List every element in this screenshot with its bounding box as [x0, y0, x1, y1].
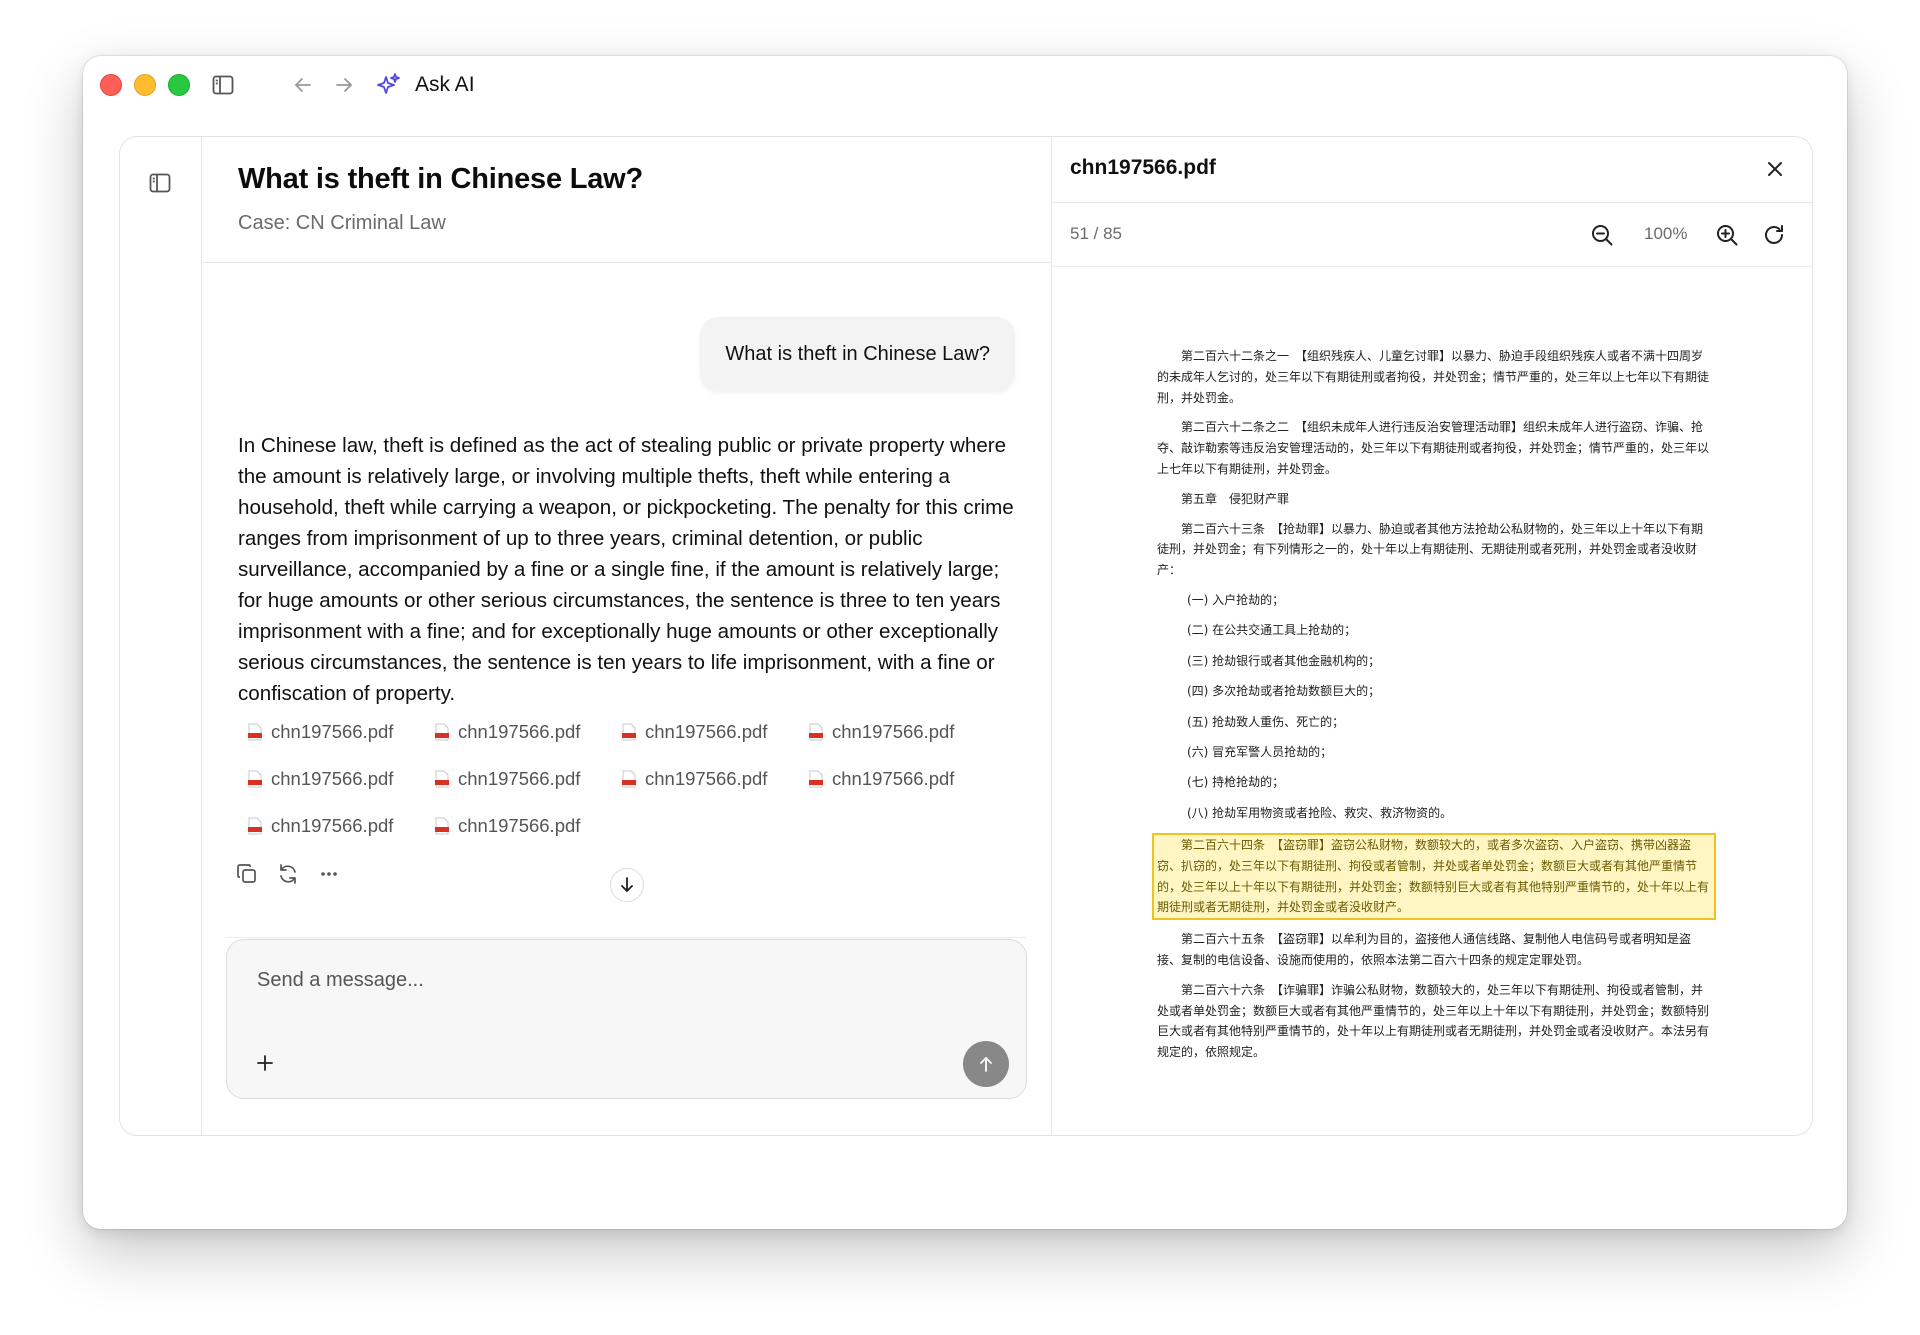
pdf-list-item: (七) 持枪抢劫的； [1187, 775, 1285, 790]
main-panel: What is theft in Chinese Law? Case: CN C… [119, 136, 1813, 1136]
pdf-paragraph: 第二百六十三条 【抢劫罪】以暴力、胁迫或者其他方法抢劫公私财物的，处三年以上十年… [1157, 521, 1704, 578]
minimize-window-button[interactable] [134, 74, 156, 96]
source-link[interactable]: chn197566.pdf [434, 811, 621, 840]
chat-header: What is theft in Chinese Law? Case: CN C… [202, 137, 1051, 263]
title-bar: Ask AI [83, 56, 1847, 114]
scroll-to-bottom-button[interactable] [610, 868, 644, 902]
chat-pane: What is theft in Chinese Law? Case: CN C… [202, 137, 1052, 1135]
close-window-button[interactable] [100, 74, 122, 96]
viewer-toolbar: 51 / 85 100% [1052, 203, 1812, 267]
pdf-file-icon [621, 770, 637, 788]
page-title: What is theft in Chinese Law? [238, 163, 644, 195]
viewer-header: chn197566.pdf [1052, 137, 1812, 203]
source-link[interactable]: chn197566.pdf [808, 764, 995, 793]
rotate-icon[interactable] [1760, 221, 1788, 249]
arrow-left-icon[interactable] [289, 71, 317, 99]
pdf-file-icon [247, 817, 263, 835]
case-subtitle: Case: CN Criminal Law [238, 212, 446, 234]
source-label: chn197566.pdf [645, 767, 768, 789]
source-link[interactable]: chn197566.pdf [247, 811, 434, 840]
source-link[interactable]: chn197566.pdf [808, 717, 995, 746]
arrow-down-icon [618, 876, 636, 894]
pdf-chapter-heading: 第五章 侵犯财产罪 [1181, 491, 1290, 506]
pdf-paragraph: 第二百六十六条 【诈骗罪】诈骗公私财物，数额较大的，处三年以下有期徒刑、拘役或者… [1157, 982, 1710, 1060]
pdf-file-icon [808, 723, 824, 741]
pdf-paragraph: 第二百六十五条 【盗窃罪】以牟利为目的，盗接他人通信线路、复制他人电信码号或者明… [1157, 932, 1692, 968]
send-button[interactable] [963, 1041, 1009, 1087]
pdf-file-icon [808, 770, 824, 788]
pdf-paragraph: 第二百六十二条之二 【组织未成年人进行违反治安管理活动罪】组织未成年人进行盗窃、… [1157, 420, 1710, 476]
pdf-file-icon [434, 723, 450, 741]
zoom-level: 100% [1644, 224, 1688, 243]
plus-icon[interactable] [252, 1050, 278, 1076]
more-icon[interactable] [314, 859, 344, 889]
message-input[interactable] [227, 940, 1026, 1020]
source-link[interactable]: chn197566.pdf [434, 717, 621, 746]
pdf-list-item: (五) 抢劫致人重伤、死亡的； [1187, 714, 1345, 729]
source-label: chn197566.pdf [271, 767, 394, 789]
pdf-file-icon [434, 817, 450, 835]
source-label: chn197566.pdf [832, 767, 955, 789]
pdf-file-icon [434, 770, 450, 788]
source-label: chn197566.pdf [458, 720, 581, 742]
pdf-file-icon [247, 770, 263, 788]
app-window: Ask AI What is theft in Chinese Law? Cas… [83, 56, 1847, 1229]
pdf-filename: chn197566.pdf [1070, 156, 1216, 179]
source-list: chn197566.pdf chn197566.pdf chn197566.pdf c… [247, 717, 1037, 840]
source-label: chn197566.pdf [271, 814, 394, 836]
source-link[interactable]: chn197566.pdf [621, 764, 808, 793]
message-composer [226, 939, 1027, 1099]
assistant-answer: In Chinese law, theft is defined as the … [238, 434, 1014, 705]
divider [226, 937, 1027, 938]
source-label: chn197566.pdf [645, 720, 768, 742]
source-label: chn197566.pdf [458, 814, 581, 836]
highlighted-passage: 第二百六十四条 【盗窃罪】盗窃公私财物，数额较大的，或者多次盗窃、入户盗窃、携带… [1152, 833, 1716, 921]
user-message: What is theft in Chinese Law? [700, 317, 1015, 391]
sidebar-icon[interactable] [149, 173, 171, 198]
copy-icon[interactable] [232, 859, 262, 889]
pdf-list-item: (四) 多次抢劫或者抢劫数额巨大的； [1187, 684, 1381, 699]
pdf-list-item: (二) 在公共交通工具上抢劫的； [1187, 623, 1357, 638]
zoom-out-icon[interactable] [1588, 221, 1616, 249]
zoom-in-icon[interactable] [1713, 221, 1741, 249]
maximize-window-button[interactable] [168, 74, 190, 96]
source-link[interactable]: chn197566.pdf [247, 717, 434, 746]
pdf-file-icon [621, 723, 637, 741]
window-title: Ask AI [415, 73, 475, 96]
source-label: chn197566.pdf [271, 720, 394, 742]
close-icon[interactable] [1762, 156, 1788, 182]
source-label: chn197566.pdf [458, 767, 581, 789]
source-link[interactable]: chn197566.pdf [621, 717, 808, 746]
sidebar-icon[interactable] [209, 71, 237, 99]
pdf-list-item: (八) 抢劫军用物资或者抢险、救灾、救济物资的。 [1187, 805, 1453, 820]
pdf-page-content: 第二百六十二条之一 【组织残疾人、儿童乞讨罪】以暴力、胁迫手段组织残疾人或者不满… [1152, 346, 1716, 1072]
pdf-paragraph: 第二百六十二条之一 【组织残疾人、儿童乞讨罪】以暴力、胁迫手段组织残疾人或者不满… [1157, 349, 1710, 405]
sparkles-icon [374, 71, 402, 99]
side-rail [120, 137, 202, 1135]
source-link[interactable]: chn197566.pdf [247, 764, 434, 793]
pdf-list-item: (一) 入户抢劫的； [1187, 592, 1285, 607]
source-label: chn197566.pdf [832, 720, 955, 742]
pdf-file-icon [247, 723, 263, 741]
pdf-viewer: chn197566.pdf 51 / 85 100% 第二百六十二条之一 【组织… [1052, 137, 1812, 1135]
page-indicator: 51 / 85 [1070, 224, 1122, 243]
refresh-icon[interactable] [273, 859, 303, 889]
arrow-up-icon [977, 1055, 995, 1073]
source-link[interactable]: chn197566.pdf [434, 764, 621, 793]
pdf-list-item: (三) 抢劫银行或者其他金融机构的； [1187, 653, 1381, 668]
pdf-list-item: (六) 冒充军警人员抢劫的； [1187, 744, 1333, 759]
message-actions [232, 859, 344, 889]
arrow-right-icon[interactable] [330, 71, 358, 99]
